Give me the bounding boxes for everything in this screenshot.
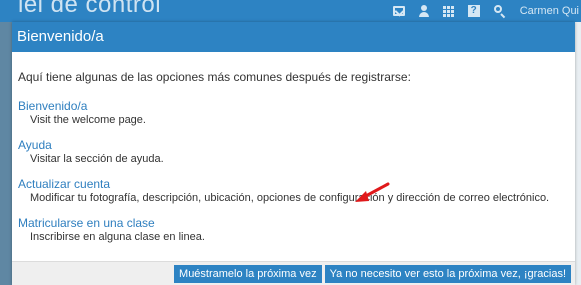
dismiss-forever-button[interactable]: Ya no necesito ver esto la próxima vez, …: [324, 264, 571, 283]
update-account-link[interactable]: Actualizar cuenta: [18, 177, 569, 191]
welcome-dialog: Bienvenido/a Aquí tiene algunas de las o…: [12, 22, 575, 285]
welcome-description: Visit the welcome page.: [30, 114, 146, 126]
user-icon[interactable]: [418, 5, 429, 17]
help-link[interactable]: Ayuda: [18, 138, 569, 152]
arrow-annotation-icon: [355, 182, 390, 202]
enroll-link[interactable]: Matricularse en una clase: [18, 216, 569, 230]
enroll-description: Inscribirse en alguna clase en linea.: [30, 231, 205, 243]
option-help: Ayuda Visitar la sección de ayuda.: [18, 138, 569, 166]
app-title: iel de control: [18, 0, 162, 18]
grid-icon[interactable]: [442, 5, 454, 17]
welcome-link[interactable]: Bienvenido/a: [18, 99, 569, 113]
mail-icon[interactable]: [392, 6, 405, 16]
app-header: iel de control ? Carmen Qui: [0, 0, 581, 22]
option-update-account: Actualizar cuenta Modificar tu fotografí…: [18, 177, 569, 205]
dialog-intro: Aquí tiene algunas de las opciones más c…: [18, 70, 411, 84]
header-toolbar: ? Carmen Qui: [392, 3, 581, 19]
help-icon[interactable]: ?: [467, 5, 480, 17]
option-welcome: Bienvenido/a Visit the welcome page.: [18, 99, 569, 127]
help-description: Visitar la sección de ayuda.: [30, 153, 164, 165]
show-next-time-button[interactable]: Muéstramelo la próxima vez: [174, 264, 322, 283]
update-account-description: Modificar tu fotografía, descripción, ub…: [30, 192, 550, 204]
dialog-body: Aquí tiene algunas de las opciones más c…: [12, 52, 575, 244]
dialog-title: Bienvenido/a: [12, 22, 575, 52]
page-background-edge: [575, 22, 581, 285]
search-icon[interactable]: [493, 5, 506, 17]
user-name[interactable]: Carmen Qui: [520, 5, 579, 17]
option-enroll: Matricularse en una clase Inscribirse en…: [18, 216, 569, 244]
dialog-footer: Muéstramelo la próxima vez Ya no necesit…: [12, 261, 575, 285]
